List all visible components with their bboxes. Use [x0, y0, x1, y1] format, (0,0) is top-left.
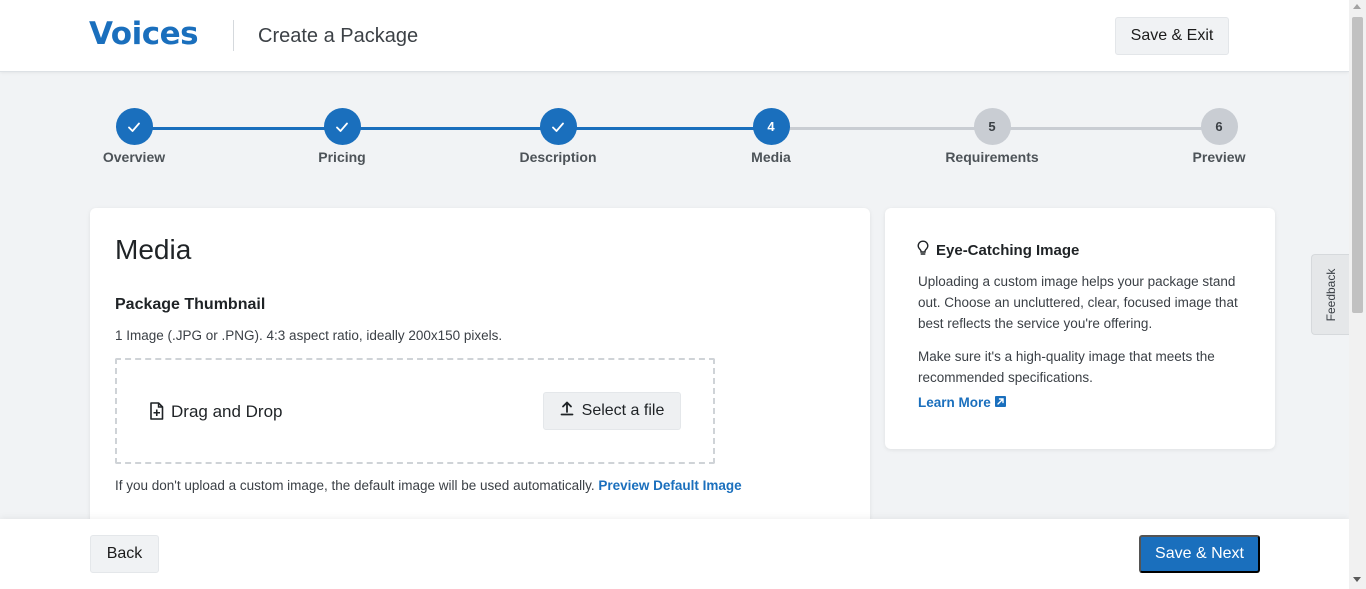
select-file-button[interactable]: Select a file: [543, 392, 681, 430]
check-icon: [539, 108, 577, 145]
page-scrollbar[interactable]: [1349, 0, 1366, 589]
step-number: 5: [973, 108, 1011, 145]
media-card: Media Package Thumbnail 1 Image (.JPG or…: [90, 208, 870, 538]
header-divider: [233, 20, 234, 51]
progress-stepper: Overview Pricing Description 4 Media 5 R…: [0, 108, 1349, 168]
learn-more-label: Learn More: [918, 395, 991, 410]
dropzone-label: Drag and Drop: [171, 402, 283, 421]
step-requirements: 5 Requirements: [932, 108, 1052, 165]
step-number: 6: [1200, 108, 1238, 145]
step-label: Pricing: [318, 149, 366, 165]
save-exit-button[interactable]: Save & Exit: [1115, 17, 1229, 55]
save-next-button[interactable]: Save & Next: [1139, 535, 1260, 573]
step-label: Media: [751, 149, 791, 165]
section-title: Media: [115, 234, 192, 265]
thumbnail-description: 1 Image (.JPG or .PNG). 4:3 aspect ratio…: [115, 328, 503, 343]
scrollbar-thumb[interactable]: [1352, 17, 1363, 313]
back-button[interactable]: Back: [90, 535, 159, 573]
image-dropzone[interactable]: Drag and Drop Select a file: [115, 358, 715, 464]
step-description[interactable]: Description: [498, 108, 618, 165]
tip-title: Eye-Catching Image: [936, 241, 1080, 259]
top-bar: Voices Create a Package Save & Exit: [0, 0, 1349, 72]
feedback-label: Feedback: [1323, 268, 1338, 321]
stepper-track-completed: [134, 127, 771, 130]
thumbnail-title: Package Thumbnail: [115, 296, 266, 313]
default-note-text: If you don't upload a custom image, the …: [115, 478, 595, 493]
step-number: 4: [752, 108, 790, 145]
external-link-icon: [994, 395, 1006, 410]
step-preview: 6 Preview: [1159, 108, 1279, 165]
default-image-note: If you don't upload a custom image, the …: [115, 478, 742, 493]
step-label: Requirements: [945, 149, 1039, 165]
tip-header: Eye-Catching Image: [917, 240, 1079, 260]
file-plus-icon: [149, 402, 164, 425]
lightbulb-icon: [917, 240, 929, 260]
feedback-tab[interactable]: Feedback: [1311, 254, 1349, 335]
select-file-label: Select a file: [581, 402, 665, 419]
bottom-action-bar: Back Save & Next: [0, 519, 1349, 589]
step-label: Description: [519, 149, 597, 165]
scroll-down-arrow-icon[interactable]: [1353, 577, 1361, 582]
upload-icon: [560, 401, 574, 421]
step-label: Overview: [102, 149, 166, 165]
check-icon: [115, 108, 153, 145]
check-icon: [323, 108, 361, 145]
tip-card: Eye-Catching Image Uploading a custom im…: [885, 208, 1275, 449]
scroll-up-arrow-icon[interactable]: [1353, 4, 1361, 9]
step-label: Preview: [1192, 149, 1246, 165]
step-overview[interactable]: Overview: [74, 108, 194, 165]
page-title: Create a Package: [258, 25, 419, 47]
voices-logo[interactable]: Voices: [89, 16, 199, 52]
step-pricing[interactable]: Pricing: [282, 108, 402, 165]
learn-more-link[interactable]: Learn More: [918, 395, 1006, 410]
step-media[interactable]: 4 Media: [711, 108, 831, 165]
tip-paragraph: Uploading a custom image helps your pack…: [918, 274, 1238, 331]
preview-default-image-link[interactable]: Preview Default Image: [598, 478, 741, 493]
tip-paragraph: Make sure it's a high-quality image that…: [918, 349, 1215, 385]
